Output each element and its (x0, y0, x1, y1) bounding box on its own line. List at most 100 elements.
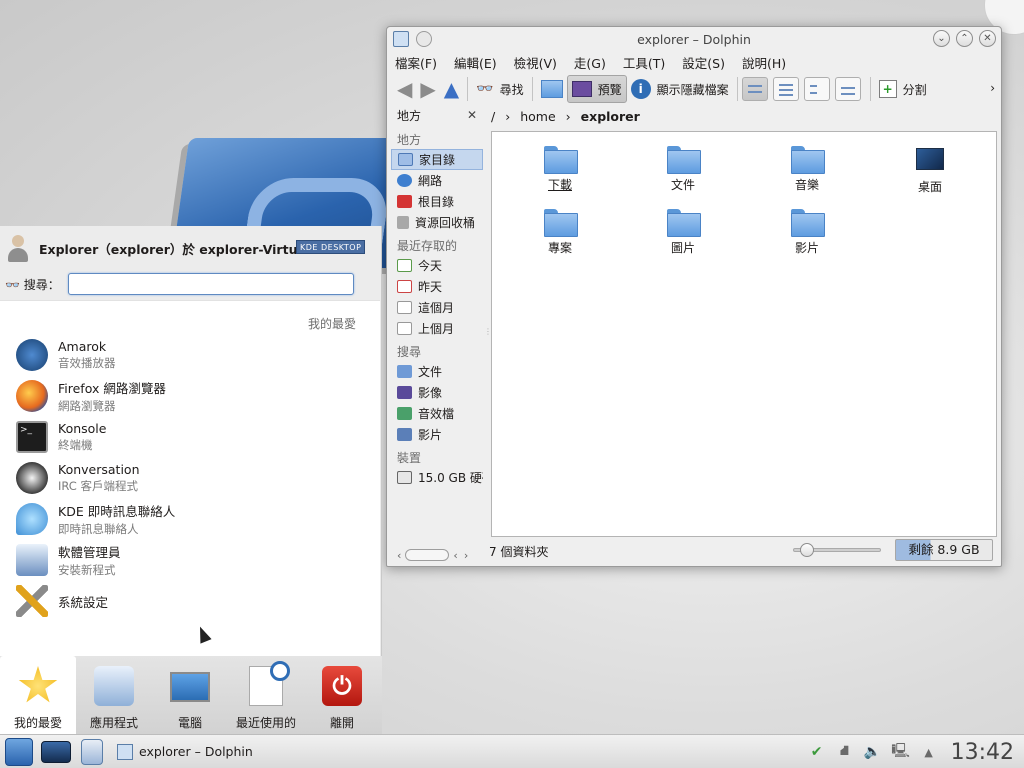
devices-icon[interactable]: 🖳 (891, 742, 911, 762)
up-button[interactable]: ▲ (440, 75, 463, 103)
toolbar-separator (736, 77, 738, 101)
place-network[interactable]: 網路 (391, 170, 483, 191)
tray-expand-icon[interactable]: ▲ (919, 742, 939, 762)
folder-item[interactable]: 文件 (633, 146, 733, 193)
scroll-left-icon[interactable]: ‹ (397, 549, 401, 562)
folder-item[interactable]: 專案 (510, 209, 610, 256)
icons-view-button[interactable] (741, 77, 768, 101)
app-system-settings[interactable]: 系統設定 (16, 582, 108, 620)
find-button[interactable]: 👓 尋找 (472, 75, 527, 103)
app-konsole[interactable]: >_ Konsole 終端機 (16, 418, 106, 456)
volume-icon[interactable]: 🔈 (863, 742, 883, 762)
breadcrumb-separator-icon[interactable]: › (566, 109, 571, 124)
task-label: explorer – Dolphin (139, 744, 253, 759)
search-images[interactable]: 影像 (391, 382, 483, 403)
search-videos[interactable]: 影片 (391, 424, 483, 445)
close-button[interactable]: ✕ (979, 30, 996, 47)
app-software-manager[interactable]: 軟體管理員 安裝新程式 (16, 541, 121, 579)
desktop-folder-icon (916, 148, 944, 170)
toolbar-separator (467, 77, 469, 101)
maximize-button[interactable]: ⌃ (956, 30, 973, 47)
breadcrumb-home[interactable]: home (520, 109, 555, 124)
breadcrumb-separator-icon[interactable]: › (505, 109, 510, 124)
folder-icon (791, 146, 825, 174)
menu-tools[interactable]: 工具(T) (623, 53, 665, 72)
device-harddisk[interactable]: 15.0 GB 硬碟 (391, 467, 483, 488)
window-titlebar[interactable]: explorer – Dolphin ⌄ ⌃ ✕ (387, 27, 1001, 51)
info-icon: i (630, 79, 651, 99)
zoom-slider[interactable] (793, 543, 881, 557)
compact-view-button[interactable] (772, 77, 799, 101)
folder-item[interactable]: 影片 (757, 209, 857, 256)
recent-last-month[interactable]: 上個月 (391, 318, 483, 339)
launcher-button-icon[interactable] (5, 737, 33, 766)
zoom-slider-handle[interactable] (800, 543, 814, 557)
recent-this-month[interactable]: 這個月 (391, 297, 483, 318)
app-amarok[interactable]: Amarok 音效播放器 (16, 336, 116, 374)
place-root[interactable]: 根目錄 (391, 191, 483, 212)
app-kde-im[interactable]: KDE 即時訊息聯絡人 即時訊息聯絡人 (16, 500, 175, 538)
folder-icon (544, 209, 578, 237)
search-audio[interactable]: 音效檔 (391, 403, 483, 424)
app-name: KDE 即時訊息聯絡人 (58, 504, 176, 519)
menu-go[interactable]: 走(G) (574, 53, 606, 72)
tab-favorites[interactable]: 我的最愛 (0, 656, 76, 734)
show-hidden-button[interactable]: i 顯示隱藏檔案 (627, 75, 733, 103)
tab-recent[interactable]: 最近使用的 (228, 656, 304, 734)
places-panel-header: 地方 ✕ (391, 105, 483, 125)
show-desktop-icon[interactable] (41, 740, 71, 763)
details-view-button[interactable] (803, 77, 830, 101)
clock[interactable]: 13:42 (951, 740, 1014, 765)
shield-icon[interactable]: ✔ (807, 742, 827, 762)
app-desc: 即時訊息聯絡人 (58, 522, 139, 536)
folder-item[interactable]: 下載 (510, 146, 610, 193)
info-panel-button[interactable] (834, 77, 861, 101)
app-desc: 安裝新程式 (58, 563, 116, 577)
menu-edit[interactable]: 編輯(E) (454, 53, 497, 72)
free-space-indicator[interactable]: 剩餘 8.9 GB (895, 539, 993, 561)
tab-applications[interactable]: 應用程式 (76, 656, 152, 734)
recent-today[interactable]: 今天 (391, 255, 483, 276)
places-scrollbar[interactable]: ‹ ‹ › (391, 545, 483, 565)
minimize-button[interactable]: ⌄ (933, 30, 950, 47)
calendar-icon (397, 259, 412, 272)
preview-toggle[interactable]: 預覽 (566, 75, 627, 103)
place-home[interactable]: 家目錄 (391, 149, 483, 170)
tab-leave[interactable]: ⏻ 離開 (304, 656, 380, 734)
menu-help[interactable]: 說明(H) (742, 53, 786, 72)
file-manager-launcher-icon[interactable] (81, 738, 103, 765)
menu-settings[interactable]: 設定(S) (682, 53, 725, 72)
new-folder-button[interactable] (537, 75, 567, 103)
split-button[interactable]: + 分割 (875, 75, 931, 103)
folder-item[interactable]: 桌面 (880, 146, 980, 195)
app-desc: 終端機 (58, 438, 93, 452)
breadcrumb-current[interactable]: explorer (581, 109, 640, 124)
file-view[interactable]: 下載 文件 音樂 桌面 專案 圖片 影片 (491, 131, 997, 537)
search-input[interactable] (67, 273, 354, 295)
folder-item[interactable]: 圖片 (633, 209, 733, 256)
recent-yesterday[interactable]: 昨天 (391, 276, 483, 297)
network-icon[interactable]: ⛘ (835, 742, 855, 762)
task-dolphin[interactable]: explorer – Dolphin (117, 743, 253, 760)
menu-file[interactable]: 檔案(F) (395, 53, 437, 72)
tab-computer[interactable]: 電腦 (152, 656, 228, 734)
scroll-left-icon[interactable]: ‹ (453, 549, 457, 562)
app-konversation[interactable]: Konversation IRC 客戶端程式 (16, 459, 140, 497)
menu-view[interactable]: 檢視(V) (514, 53, 557, 72)
back-button[interactable]: ◀ (393, 75, 416, 103)
scroll-right-icon[interactable]: › (464, 549, 468, 562)
trash-icon (397, 216, 409, 229)
app-firefox[interactable]: Firefox 網路瀏覽器 網路瀏覽器 (16, 377, 166, 415)
scrollbar-handle[interactable] (405, 549, 450, 561)
breadcrumb-root[interactable]: / (491, 109, 495, 124)
place-trash[interactable]: 資源回收桶 (391, 212, 483, 233)
search-documents[interactable]: 文件 (391, 361, 483, 382)
folder-label: 圖片 (670, 241, 695, 255)
forward-button[interactable]: ▶ (416, 75, 439, 103)
tab-applications-label: 應用程式 (89, 716, 138, 730)
folder-item[interactable]: 音樂 (757, 146, 857, 193)
places-close-icon[interactable]: ✕ (467, 108, 477, 122)
up-arrow-icon: ▲ (443, 77, 460, 101)
toolbar-overflow-icon[interactable]: › (990, 81, 995, 95)
amarok-icon (16, 339, 48, 371)
